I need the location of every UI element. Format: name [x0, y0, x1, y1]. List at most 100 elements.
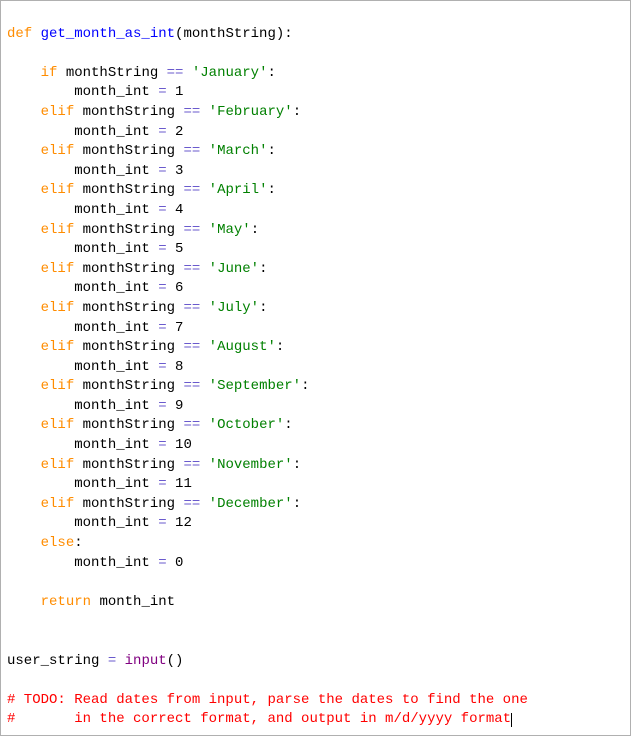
keyword-elif: elif — [41, 104, 75, 120]
colon: : — [267, 143, 275, 159]
space — [57, 65, 65, 81]
space — [200, 104, 208, 120]
colon: : — [293, 496, 301, 512]
operator: == — [183, 339, 200, 355]
indent — [7, 202, 74, 218]
operator: = — [158, 280, 166, 296]
colon: : — [293, 104, 301, 120]
space — [74, 104, 82, 120]
number: 10 — [175, 437, 192, 453]
number: 1 — [175, 84, 183, 100]
comment-line: # in the correct format, and output in m… — [7, 711, 511, 727]
space — [167, 241, 175, 257]
keyword-if: if — [41, 65, 58, 81]
string-literal: 'June' — [209, 261, 259, 277]
number: 2 — [175, 124, 183, 140]
code-line: month_int = 3 — [7, 163, 183, 179]
string-literal: 'July' — [209, 300, 259, 316]
code-line: elif monthString == 'July': — [7, 300, 268, 316]
colon: : — [268, 65, 276, 81]
indent — [7, 143, 41, 159]
colon: : — [259, 261, 267, 277]
indent — [7, 359, 74, 375]
space — [74, 143, 82, 159]
code-line: month_int = 4 — [7, 202, 183, 218]
code-line: elif monthString == 'June': — [7, 261, 268, 277]
variable: month_int — [74, 398, 158, 414]
keyword-elif: elif — [41, 457, 75, 473]
indent — [7, 476, 74, 492]
indent — [7, 320, 74, 336]
space — [167, 124, 175, 140]
number: 5 — [175, 241, 183, 257]
code-line: month_int = 0 — [7, 555, 183, 571]
indent — [7, 515, 74, 531]
operator: = — [158, 359, 166, 375]
string-literal: 'August' — [209, 339, 276, 355]
variable: monthString — [83, 300, 184, 316]
variable: monthString — [83, 378, 184, 394]
space — [167, 555, 175, 571]
number: 8 — [175, 359, 183, 375]
variable: monthString — [83, 496, 184, 512]
code-line: if monthString == 'January': — [7, 65, 276, 81]
operator: = — [158, 124, 166, 140]
variable: month_int — [74, 320, 158, 336]
indent — [7, 555, 74, 571]
keyword-elif: elif — [41, 222, 75, 238]
operator: == — [183, 143, 200, 159]
space — [167, 398, 175, 414]
code-line: elif monthString == 'October': — [7, 417, 293, 433]
variable: month_int — [74, 124, 158, 140]
operator: == — [183, 457, 200, 473]
space — [167, 320, 175, 336]
string-literal: 'May' — [209, 222, 251, 238]
code-line: return month_int — [7, 594, 175, 610]
operator: == — [183, 261, 200, 277]
space — [74, 417, 82, 433]
operator: = — [158, 555, 166, 571]
operator: = — [158, 163, 166, 179]
keyword-elif: elif — [41, 143, 75, 159]
indent — [7, 163, 74, 179]
number: 0 — [175, 555, 183, 571]
string-literal: 'January' — [192, 65, 268, 81]
operator: = — [158, 437, 166, 453]
code-line: month_int = 8 — [7, 359, 183, 375]
operator: == — [167, 65, 184, 81]
space — [167, 515, 175, 531]
space — [200, 300, 208, 316]
keyword-elif: elif — [41, 182, 75, 198]
variable: month_int — [74, 515, 158, 531]
space — [116, 653, 124, 669]
indent — [7, 339, 41, 355]
string-literal: 'March' — [209, 143, 268, 159]
space — [200, 378, 208, 394]
operator: == — [183, 496, 200, 512]
operator: = — [158, 84, 166, 100]
variable: monthString — [66, 65, 167, 81]
indent — [7, 437, 74, 453]
code-line: month_int = 6 — [7, 280, 183, 296]
space — [200, 222, 208, 238]
number: 4 — [175, 202, 183, 218]
colon: : — [284, 26, 292, 42]
space — [74, 300, 82, 316]
keyword-return: return — [41, 594, 91, 610]
variable: monthString — [83, 417, 184, 433]
code-line: month_int = 2 — [7, 124, 183, 140]
space — [167, 163, 175, 179]
keyword-elif: elif — [41, 378, 75, 394]
code-line: elif monthString == 'November': — [7, 457, 301, 473]
code-line: elif monthString == 'April': — [7, 182, 276, 198]
colon: : — [251, 222, 259, 238]
keyword-elif: elif — [41, 261, 75, 277]
code-editor[interactable]: def get_month_as_int(monthString): if mo… — [0, 0, 631, 736]
keyword-elif: elif — [41, 300, 75, 316]
colon: : — [259, 300, 267, 316]
space — [167, 202, 175, 218]
variable: month_int — [99, 594, 175, 610]
indent — [7, 457, 41, 473]
colon: : — [74, 535, 82, 551]
keyword-elif: elif — [41, 339, 75, 355]
